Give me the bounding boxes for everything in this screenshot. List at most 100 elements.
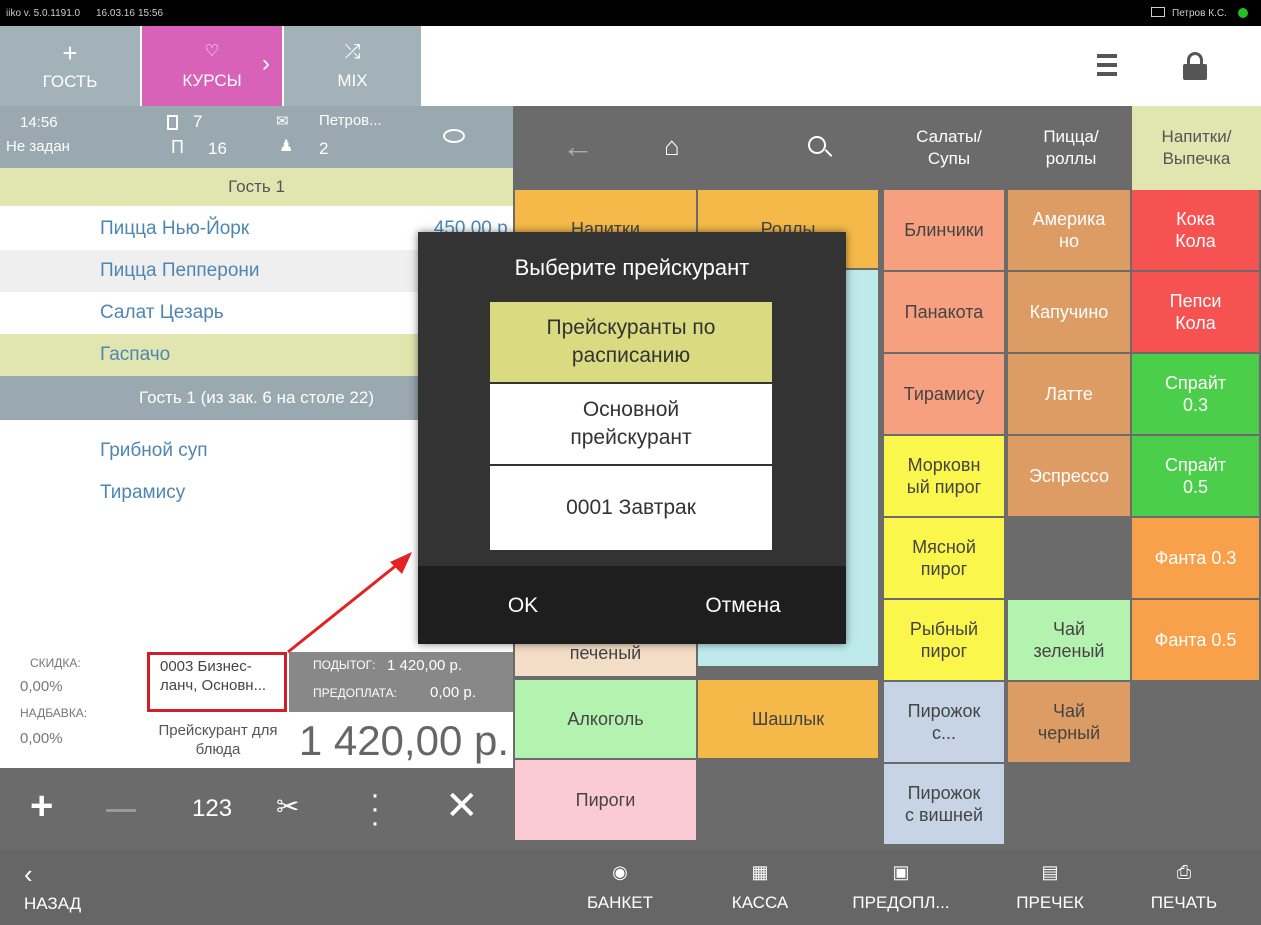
menu-item-sprite-03[interactable]: Спрайт 0.3 bbox=[1132, 354, 1261, 436]
plus-icon[interactable]: + bbox=[30, 786, 53, 826]
print-label: ПЕЧАТЬ bbox=[1150, 893, 1218, 912]
status-user: Петров К.С. bbox=[1172, 8, 1227, 19]
menu-item-pepsi-cola[interactable]: Пепси Кола bbox=[1132, 272, 1261, 354]
menu-item-sprite-05[interactable]: Спрайт 0.5 bbox=[1132, 436, 1261, 518]
banquet-button[interactable]: ◉ БАНКЕТ bbox=[570, 850, 670, 925]
guest-header[interactable]: Гость 1 bbox=[0, 168, 513, 206]
mix-button[interactable]: ⤮ MIX bbox=[284, 26, 421, 106]
menu-icon[interactable] bbox=[1097, 54, 1117, 78]
pricelist-field[interactable]: 0003 Бизнес-ланч, Основн... bbox=[147, 652, 287, 712]
courses-button[interactable]: ♡ КУРСЫ › bbox=[142, 26, 284, 106]
orders-count: 7 bbox=[193, 112, 203, 131]
cash-button[interactable]: ▦ КАССА bbox=[710, 850, 810, 925]
back-button[interactable]: ‹ НАЗАД bbox=[0, 850, 120, 925]
menu-item-panacotta[interactable]: Панакота bbox=[884, 272, 1006, 354]
order-time: 14:56 bbox=[20, 114, 58, 131]
receipt-icon bbox=[167, 115, 178, 130]
guests-count: 2 bbox=[319, 139, 329, 158]
minus-icon[interactable] bbox=[106, 809, 136, 812]
print-button[interactable]: ⎙ ПЕЧАТЬ bbox=[1134, 850, 1234, 925]
quantity-button[interactable]: 123 bbox=[192, 795, 232, 823]
order-item-name: Гаспачо bbox=[100, 344, 171, 365]
cash-register-icon: ▦ bbox=[751, 862, 769, 882]
mix-label: MIX bbox=[337, 71, 368, 90]
menu-item-pirozhok-cherry[interactable]: Пирожок с вишней bbox=[884, 764, 1006, 846]
prepay-value: 0,00 р. bbox=[430, 684, 476, 701]
order-item-name: Пицца Пепперони bbox=[100, 260, 260, 281]
totals-panel: СКИДКА: 0,00% НАДБАВКА: 0,00% 0003 Бизне… bbox=[0, 652, 513, 768]
action-bar: + 123 ✂ · · · ✕ bbox=[0, 768, 513, 850]
menu-item-americano[interactable]: Америка но bbox=[1008, 190, 1132, 272]
order-item-name: Грибной суп bbox=[100, 440, 208, 461]
status-time: 15:56 bbox=[138, 8, 164, 19]
status-bar: iiko v. 5.0.1191.0 16.03.16 15:56 Петров… bbox=[0, 0, 1261, 26]
menu-item-bliny[interactable]: Блинчики bbox=[884, 190, 1006, 272]
precheck-button[interactable]: ▤ ПРЕЧЕК bbox=[1000, 850, 1100, 925]
online-indicator-icon bbox=[1238, 8, 1248, 18]
menu-item-meat-pie[interactable]: Мясной пирог bbox=[884, 518, 1006, 600]
dialog-option-scheduled[interactable]: Прейскуранты по расписанию bbox=[490, 302, 772, 384]
discount-value[interactable]: 0,00% bbox=[20, 678, 63, 695]
menu-item-coca-cola[interactable]: Кока Кола bbox=[1132, 190, 1261, 272]
eye-icon[interactable] bbox=[443, 129, 465, 143]
home-icon[interactable]: ⌂ bbox=[664, 131, 680, 162]
menu-group-shashlik[interactable]: Шашлык bbox=[698, 680, 880, 760]
prepay-icon: ▣ bbox=[892, 862, 910, 882]
menu-item-tiramisu[interactable]: Тирамису bbox=[884, 354, 1006, 436]
order-item-name: Тирамису bbox=[100, 482, 186, 503]
chef-hat-icon: ♡ bbox=[204, 43, 220, 60]
precheck-label: ПРЕЧЕК bbox=[1016, 893, 1084, 912]
order-info-bar[interactable]: 14:56 Не задан 7 Π 16 ✉ Петров... ♟ 2 bbox=[0, 106, 513, 168]
search-icon[interactable] bbox=[808, 136, 826, 154]
order-item-name: Пицца Нью-Йорк bbox=[100, 218, 250, 239]
menu-item-carrot-pie[interactable]: Морковн ый пирог bbox=[884, 436, 1006, 518]
dialog-cancel-button[interactable]: Отмена bbox=[678, 584, 808, 628]
more-vertical-icon[interactable]: · · · bbox=[370, 780, 380, 838]
menu-group-pies[interactable]: Пироги bbox=[515, 760, 698, 842]
prepay-label: ПРЕДОПЛАТА: bbox=[313, 686, 397, 700]
banquet-icon: ◉ bbox=[612, 862, 628, 882]
menu-item-fanta-05[interactable]: Фанта 0.5 bbox=[1132, 600, 1261, 682]
subtotal-label: ПОДЫТОГ: bbox=[313, 658, 376, 672]
prepay-label: ПРЕДОПЛ... bbox=[852, 893, 950, 912]
close-icon[interactable]: ✕ bbox=[445, 786, 479, 826]
category-pizza-rolls[interactable]: Пицца/ роллы bbox=[1010, 106, 1132, 190]
chevron-left-icon: ‹ bbox=[24, 858, 33, 889]
back-arrow-icon[interactable]: ← bbox=[562, 128, 594, 165]
menu-item-cappuccino[interactable]: Капучино bbox=[1008, 272, 1132, 354]
guest-button[interactable]: + ГОСТЬ bbox=[0, 26, 142, 106]
menu-item-black-tea[interactable]: Чай черный bbox=[1008, 682, 1132, 764]
dialog-ok-button[interactable]: OK bbox=[478, 584, 568, 628]
surcharge-value[interactable]: 0,00% bbox=[20, 730, 63, 747]
guest-label: ГОСТЬ bbox=[42, 72, 98, 91]
app-version: iiko v. 5.0.1191.0 bbox=[6, 8, 81, 19]
total-amount: 1 420,00 р. bbox=[289, 714, 513, 768]
menu-item-espresso[interactable]: Эспрессо bbox=[1008, 436, 1132, 518]
split-icon[interactable]: ✂ bbox=[276, 790, 299, 823]
chevron-right-icon: › bbox=[262, 50, 270, 77]
category-salads-soups[interactable]: Салаты/ Супы bbox=[888, 106, 1010, 190]
printer-icon: ⎙ bbox=[1176, 862, 1192, 882]
menu-item-fanta-03[interactable]: Фанта 0.3 bbox=[1132, 518, 1261, 600]
waiter-icon: ✉ bbox=[276, 113, 289, 130]
menu-item-pirozhok[interactable]: Пирожок с... bbox=[884, 682, 1006, 764]
mail-icon bbox=[1151, 7, 1165, 17]
category-drinks-bakery[interactable]: Напитки/ Выпечка bbox=[1132, 106, 1261, 190]
person-icon: ♟ bbox=[279, 138, 294, 155]
surcharge-label: НАДБАВКА: bbox=[20, 706, 88, 720]
dialog-option-breakfast[interactable]: 0001 Завтрак bbox=[490, 466, 772, 550]
menu-item-fish-pie[interactable]: Рыбный пирог bbox=[884, 600, 1006, 682]
pricelist-label: Прейскурант для блюда bbox=[158, 722, 278, 758]
menu-group-alcohol[interactable]: Алкоголь bbox=[515, 680, 698, 760]
annotation-arrow bbox=[287, 552, 412, 654]
menu-item-green-tea[interactable]: Чай зеленый bbox=[1008, 600, 1132, 682]
lock-icon[interactable] bbox=[1183, 52, 1207, 80]
table-number: 16 bbox=[208, 139, 227, 158]
discount-label: СКИДКА: bbox=[30, 656, 81, 670]
dialog-title: Выберите прейскурант bbox=[514, 255, 750, 280]
prepay-button[interactable]: ▣ ПРЕДОПЛ... bbox=[846, 850, 956, 925]
receipt-icon: ▤ bbox=[1041, 862, 1059, 882]
menu-item-latte[interactable]: Латте bbox=[1008, 354, 1132, 436]
dialog-option-main[interactable]: Основной прейскурант bbox=[490, 384, 772, 466]
plus-icon: + bbox=[62, 38, 78, 68]
